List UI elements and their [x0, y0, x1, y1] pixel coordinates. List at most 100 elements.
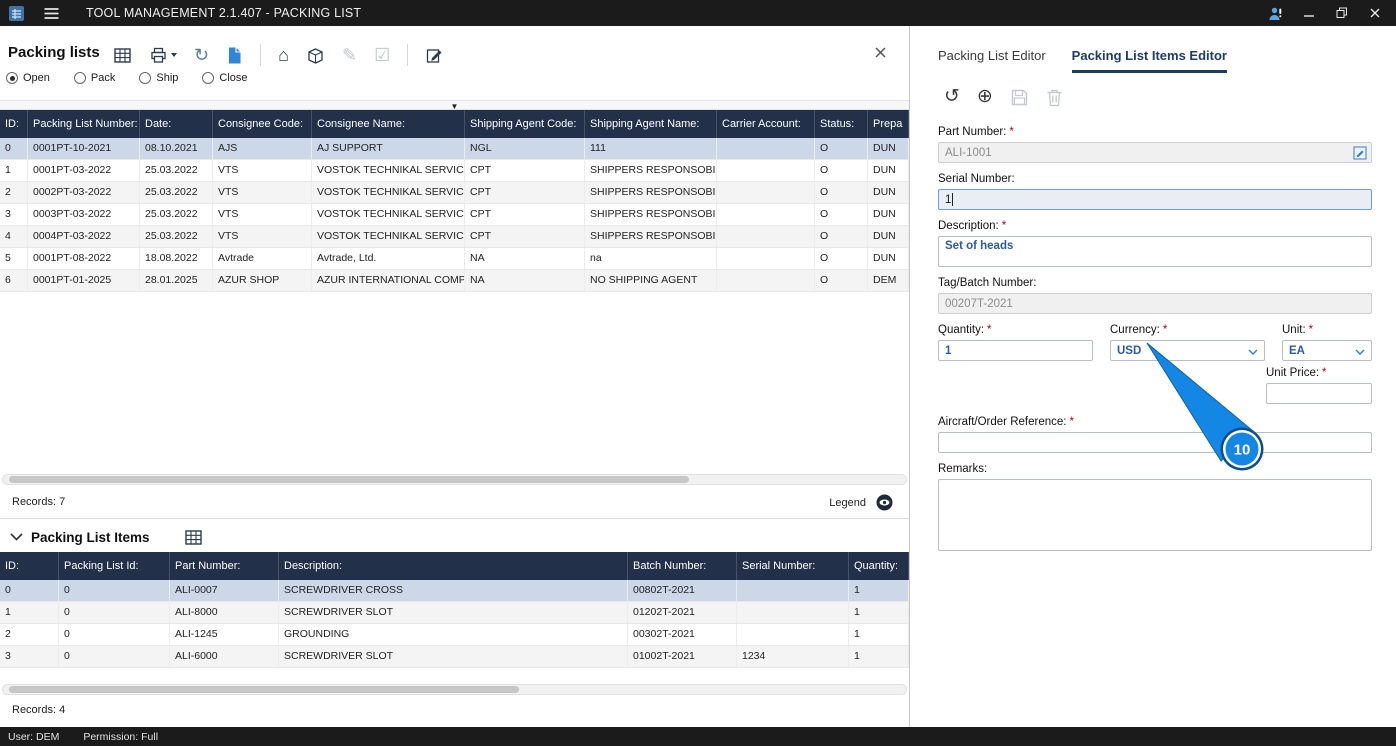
table-cell: 1: [0, 602, 59, 624]
table-cell: VOSTOK TECHNIKAL SERVICES: [312, 226, 465, 248]
column-header[interactable]: Description:: [279, 552, 628, 580]
table-row[interactable]: 6 0001PT-01-2025 28.01.2025 AZUR SHOP AZUR I…: [0, 270, 909, 292]
radio-dot: [139, 72, 152, 84]
delete-icon[interactable]: [1046, 88, 1063, 107]
column-header[interactable]: Shipping Agent Name:: [585, 110, 717, 138]
currency-select[interactable]: USD: [1110, 340, 1265, 361]
legend: Legend: [829, 494, 893, 511]
table-row[interactable]: 1 0 ALI-8000 SCREWDRIVER SLOT 01202T-2021 1: [0, 602, 909, 624]
table-header-row: ID: Packing List Id: Part Number: Descripti…: [0, 552, 909, 580]
table-cell: O: [815, 160, 868, 182]
column-header[interactable]: Packing List Number:: [28, 110, 140, 138]
home-icon[interactable]: ⌂: [278, 45, 289, 65]
table-row[interactable]: 3 0 ALI-6000 SCREWDRIVER SLOT 01002T-2021 123…: [0, 646, 909, 668]
radio-pack[interactable]: Pack: [73, 72, 115, 84]
collapse-chevron-icon[interactable]: [10, 533, 23, 541]
column-header[interactable]: Shipping Agent Code:: [465, 110, 585, 138]
sign-icon[interactable]: ✎: [342, 45, 357, 65]
serial-number-input[interactable]: 1: [938, 189, 1372, 210]
package-icon[interactable]: [306, 46, 325, 65]
column-header[interactable]: Consignee Code:: [213, 110, 312, 138]
edit-part-icon[interactable]: [1353, 146, 1367, 160]
legend-label: Legend: [829, 496, 866, 509]
approve-document-icon[interactable]: ☑: [374, 45, 390, 65]
refresh-icon[interactable]: ↺: [944, 86, 960, 108]
edit-icon[interactable]: [425, 46, 444, 65]
radio-close[interactable]: Close: [202, 72, 248, 84]
column-header[interactable]: ID:: [0, 110, 28, 138]
column-header[interactable]: Date:: [140, 110, 213, 138]
unit-select[interactable]: EA: [1282, 340, 1372, 361]
table-cell: [737, 602, 849, 624]
table-cell: ALI-0007: [170, 580, 279, 602]
part-number-input[interactable]: ALI-1001: [938, 142, 1372, 163]
column-header[interactable]: Quantity:: [849, 552, 909, 580]
column-header[interactable]: Status:: [815, 110, 868, 138]
table-row[interactable]: 1 0001PT-03-2022 25.03.2022 VTS VOSTOK TECHN…: [0, 160, 909, 182]
column-header[interactable]: Packing List Id:: [59, 552, 170, 580]
horizontal-scrollbar[interactable]: [2, 684, 907, 695]
column-splitter[interactable]: ▼: [0, 100, 909, 111]
quantity-input[interactable]: 1: [938, 340, 1093, 361]
legend-eye-icon[interactable]: [876, 494, 893, 511]
table-cell: DUN: [868, 182, 909, 204]
table-cell: CPT: [465, 160, 585, 182]
column-header[interactable]: ID:: [0, 552, 59, 580]
table-cell: CPT: [465, 204, 585, 226]
scrollbar-thumb[interactable]: [9, 686, 519, 693]
new-document-icon[interactable]: [226, 46, 243, 65]
minimize-icon[interactable]: [1300, 4, 1318, 22]
grid-icon[interactable]: [184, 528, 203, 547]
column-header[interactable]: Carrier Account:: [717, 110, 815, 138]
export-grid-icon[interactable]: [113, 46, 132, 65]
add-icon[interactable]: ⊕: [977, 86, 993, 108]
print-icon[interactable]: [149, 46, 177, 65]
column-header[interactable]: Prepa: [868, 110, 909, 138]
scrollbar-thumb[interactable]: [9, 476, 689, 483]
unit-field: Unit: * EA: [1282, 324, 1372, 361]
table-row[interactable]: 0 0 ALI-0007 SCREWDRIVER CROSS 00802T-2021 1: [0, 580, 909, 602]
status-user: User: DEM: [8, 730, 60, 743]
tag-batch-number-field: Tag/Batch Number:* 00207T-2021: [938, 277, 1372, 314]
column-header[interactable]: Part Number:: [170, 552, 279, 580]
tag-batch-number-input[interactable]: 00207T-2021: [938, 293, 1372, 314]
horizontal-scrollbar[interactable]: [2, 474, 907, 485]
restore-icon[interactable]: [1333, 4, 1351, 22]
table-cell: DUN: [868, 160, 909, 182]
user-alert-icon[interactable]: [1267, 4, 1285, 22]
save-icon[interactable]: [1010, 88, 1029, 107]
aircraft-order-reference-input[interactable]: [938, 432, 1372, 453]
table-row[interactable]: 3 0003PT-03-2022 25.03.2022 VTS VOSTOK TECHN…: [0, 204, 909, 226]
hamburger-menu-icon[interactable]: [43, 6, 60, 21]
table-cell: 25.03.2022: [140, 182, 213, 204]
table-row[interactable]: 4 0004PT-03-2022 25.03.2022 VTS VOSTOK TECHN…: [0, 226, 909, 248]
tab-packing-list-items-editor[interactable]: Packing List Items Editor: [1071, 48, 1227, 73]
table-cell: ALI-1245: [170, 624, 279, 646]
unit-price-input[interactable]: [1266, 383, 1372, 404]
table-cell: VOSTOK TECHNIKAL SERVICES: [312, 182, 465, 204]
remarks-input[interactable]: [938, 479, 1372, 551]
column-header[interactable]: Serial Number:: [737, 552, 849, 580]
table-cell: 0: [0, 138, 28, 160]
description-input[interactable]: Set of heads: [938, 236, 1372, 267]
table-row[interactable]: 2 0 ALI-1245 GROUNDING 00302T-2021 1: [0, 624, 909, 646]
table-row[interactable]: 0 0001PT-10-2021 08.10.2021 AJS AJ SUPPORT NG…: [0, 138, 909, 160]
table-cell: O: [815, 204, 868, 226]
close-window-icon[interactable]: [1366, 4, 1384, 22]
table-cell: VTS: [213, 204, 312, 226]
status-bar: User: DEM Permission: Full: [0, 727, 1396, 746]
refresh-icon[interactable]: ↻: [194, 45, 209, 65]
table-cell: [717, 204, 815, 226]
table-cell: 1: [849, 624, 909, 646]
table-row[interactable]: 2 0002PT-03-2022 25.03.2022 VTS VOSTOK TECHN…: [0, 182, 909, 204]
column-header[interactable]: Consignee Name:: [312, 110, 465, 138]
table-row[interactable]: 5 0001PT-08-2022 18.08.2022 Avtrade Avtrade,…: [0, 248, 909, 270]
table-cell: [717, 270, 815, 292]
close-panel-icon[interactable]: [874, 46, 887, 59]
panel-title: Packing lists: [8, 44, 100, 61]
radio-open[interactable]: Open: [6, 72, 50, 84]
table-cell: Avtrade: [213, 248, 312, 270]
radio-ship[interactable]: Ship: [139, 72, 178, 84]
tab-packing-list-editor[interactable]: Packing List Editor: [938, 48, 1046, 73]
column-header[interactable]: Batch Number:: [628, 552, 737, 580]
